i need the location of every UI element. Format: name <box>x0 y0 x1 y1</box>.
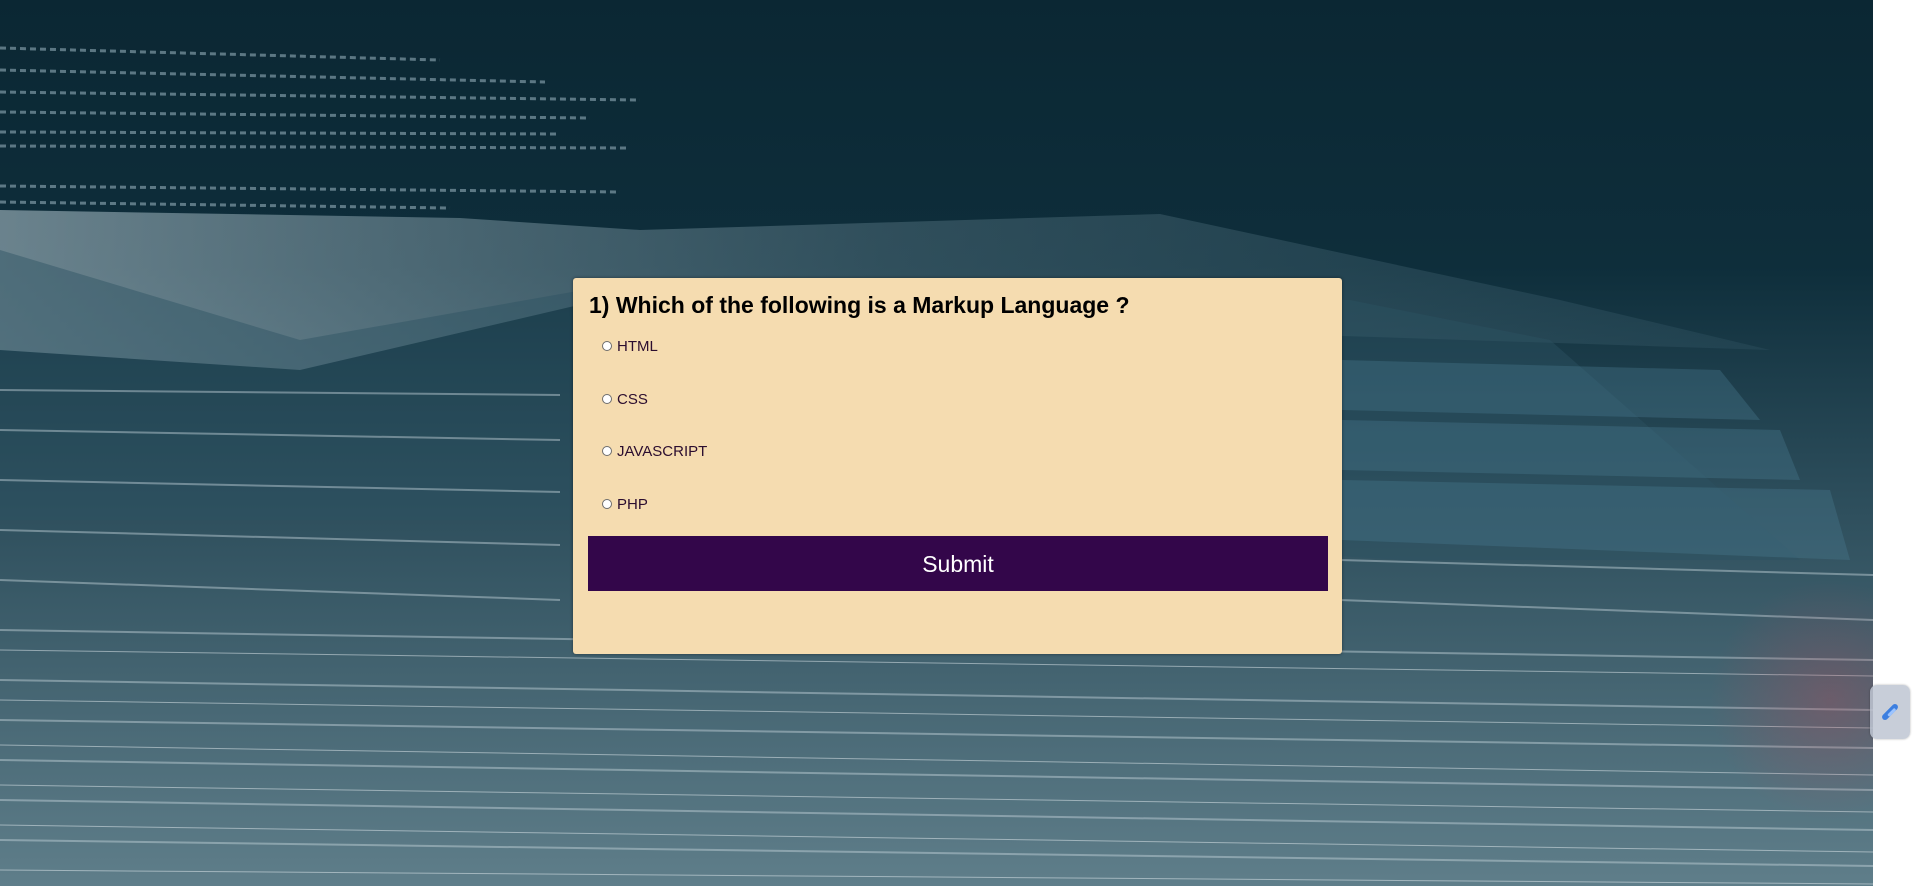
radio-button[interactable] <box>602 499 612 509</box>
question-title: 1) Which of the following is a Markup La… <box>589 292 1130 318</box>
radio-button[interactable] <box>602 394 612 404</box>
radio-button[interactable] <box>602 446 612 456</box>
pen-icon <box>1882 704 1898 720</box>
option-label: HTML <box>617 337 658 355</box>
option-php[interactable]: PHP <box>602 494 648 514</box>
quiz-card: 1) Which of the following is a Markup La… <box>573 278 1342 654</box>
submit-button[interactable]: Submit <box>588 536 1328 591</box>
option-label: CSS <box>617 390 648 408</box>
option-label: JAVASCRIPT <box>617 442 708 460</box>
option-label: PHP <box>617 495 648 513</box>
floating-widget-button[interactable] <box>1870 685 1910 739</box>
option-css[interactable]: CSS <box>602 389 648 409</box>
page-background: 1) Which of the following is a Markup La… <box>0 0 1873 886</box>
scrollbar-gutter <box>1873 0 1920 886</box>
option-html[interactable]: HTML <box>602 336 658 356</box>
option-javascript[interactable]: JAVASCRIPT <box>602 441 707 461</box>
radio-button[interactable] <box>602 341 612 351</box>
